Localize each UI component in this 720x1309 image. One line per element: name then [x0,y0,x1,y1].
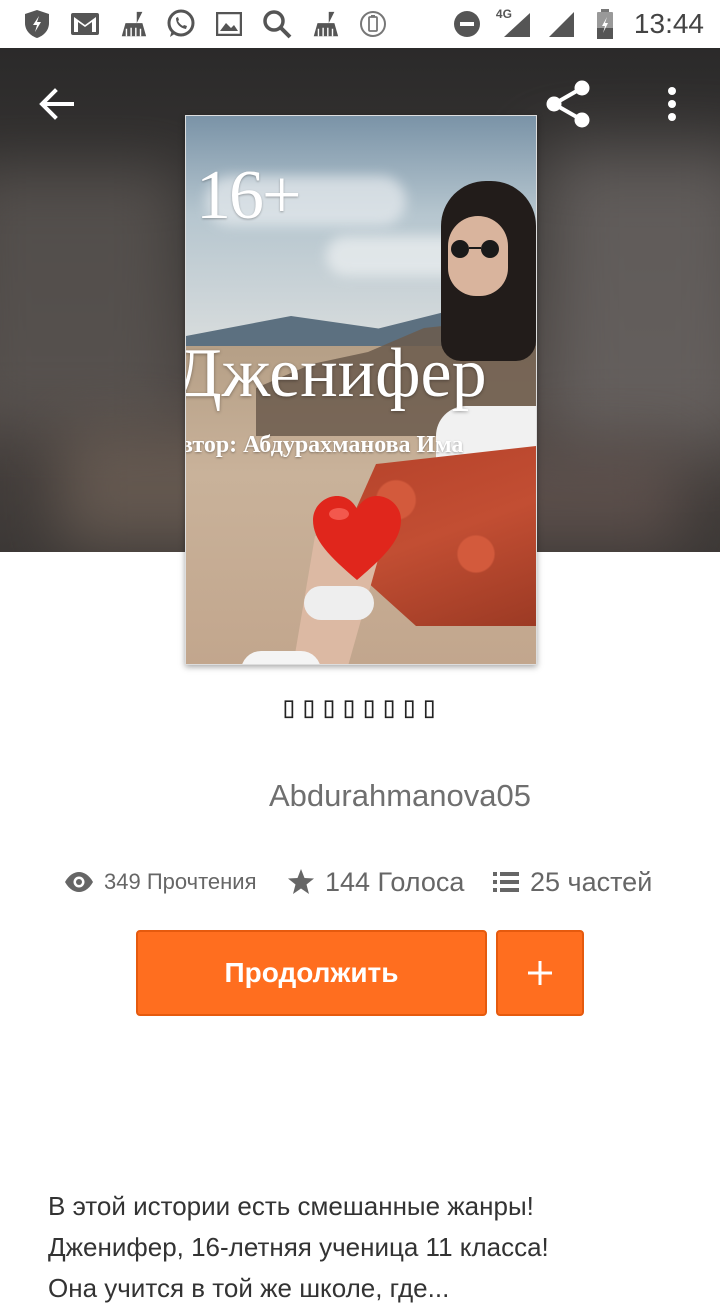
back-button[interactable] [24,74,88,134]
description-line: Дженифер, 16-летняя ученица 11 класса! [48,1232,549,1262]
gallery-icon [214,9,244,39]
clock: 13:44 [633,8,704,39]
story-stats: 349 Прочтения 144 Голоса 25 частей [0,858,720,906]
plus-icon [528,961,552,985]
author-link[interactable]: Abdurahmanova05 [0,778,720,814]
do-not-disturb-icon [452,9,482,39]
reads-count: 349 Прочтения [104,869,257,894]
more-options-button[interactable] [650,72,694,136]
whatsapp-icon [166,9,196,39]
add-to-library-button[interactable] [496,930,584,1016]
battery-icon [590,9,620,39]
book-cover[interactable]: 16+ Дженифер втор: Абдурахманова Има [185,115,537,665]
cover-author-line: втор: Абдурахманова Има [185,432,464,458]
continue-reading-button[interactable]: Продолжить [136,930,487,1016]
story-title: ▯▯▯▯▯▯▯▯ [279,690,441,725]
cover-age-rating: 16+ [196,157,301,234]
list-icon [493,872,519,892]
continue-reading-label: Продолжить [224,957,399,988]
share-button[interactable] [536,72,600,136]
star-icon [288,869,314,894]
description-line: Она учится в той же школе, где... [48,1273,450,1303]
story-description: В этой истории есть смешанные жанры! Дже… [48,1186,688,1309]
votes-stat: 144 Голоса [287,858,464,906]
status-bar: 4G 13:44 [0,0,720,48]
eye-icon [65,872,93,892]
cover-title: Дженифер [185,335,487,412]
signal-icon [546,9,576,39]
mail-icon [70,9,100,39]
parts-count: 25 частей [530,866,653,897]
heart-icon [313,496,401,580]
shield-icon [22,9,52,39]
share-icon [546,80,590,128]
description-line: В этой истории есть смешанные жанры! [48,1191,534,1221]
network-type-label: 4G [495,7,512,21]
reads-stat: 349 Прочтения [64,858,257,906]
more-vertical-icon [668,87,676,121]
arrow-left-icon [39,88,74,120]
parts-stat[interactable]: 25 частей [492,858,652,906]
broom-icon [310,9,340,39]
signal-4g-icon: 4G [495,7,532,39]
broom-icon [118,9,148,39]
battery-saver-icon [358,9,388,39]
votes-count: 144 Голоса [325,866,465,897]
search-icon [262,9,292,39]
